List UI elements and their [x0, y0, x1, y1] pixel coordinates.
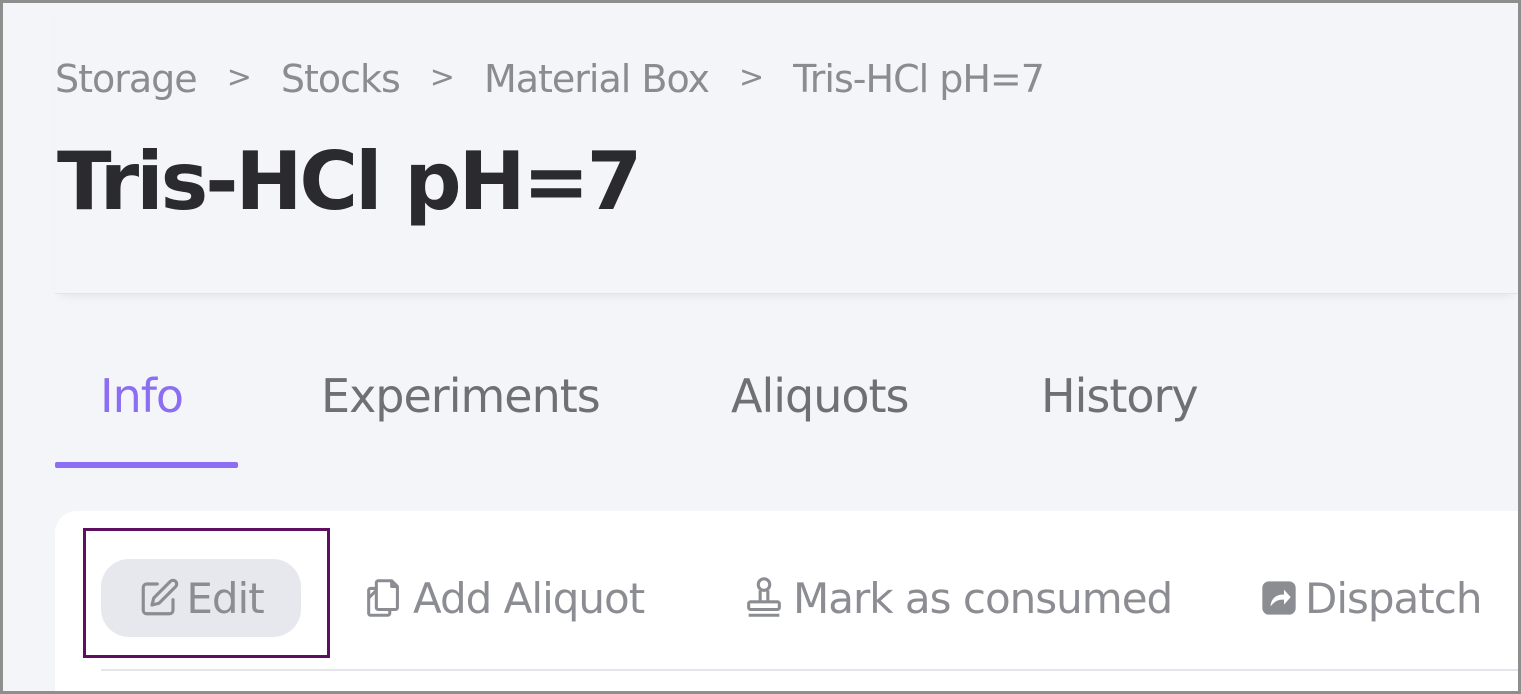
breadcrumb-separator: > — [739, 59, 764, 95]
add-aliquot-label: Add Aliquot — [413, 573, 645, 623]
breadcrumb-material-box[interactable]: Material Box — [484, 57, 710, 101]
active-tab-indicator — [55, 462, 238, 468]
breadcrumb: Storage > Stocks > Material Box > Tris-H… — [55, 57, 1045, 101]
dispatch-button[interactable]: Dispatch — [1259, 559, 1482, 637]
edit-label: Edit — [186, 573, 264, 623]
dispatch-label: Dispatch — [1305, 573, 1482, 623]
breadcrumb-separator: > — [429, 59, 455, 95]
edit-button[interactable]: Edit — [101, 559, 301, 637]
toolbar-divider — [101, 669, 1518, 671]
tab-aliquots[interactable]: Aliquots — [731, 369, 910, 423]
page-title: Tris-HCl pH=7 — [57, 135, 642, 228]
share-forward-icon — [1259, 578, 1299, 618]
stamp-icon — [741, 574, 787, 622]
breadcrumb-storage[interactable]: Storage — [55, 57, 198, 101]
mark-as-consumed-label: Mark as consumed — [793, 573, 1173, 623]
tab-experiments[interactable]: Experiments — [321, 369, 601, 423]
edit-icon — [138, 577, 180, 619]
action-toolbar: Edit Add Aliquot Mark as consumed Dispat… — [55, 511, 1518, 671]
copy-icon — [361, 575, 407, 621]
breadcrumb-stocks[interactable]: Stocks — [281, 57, 401, 101]
tab-info[interactable]: Info — [100, 369, 184, 423]
tab-history[interactable]: History — [1041, 369, 1199, 423]
breadcrumb-separator: > — [226, 59, 252, 95]
add-aliquot-button[interactable]: Add Aliquot — [361, 559, 645, 637]
info-card: Edit Add Aliquot Mark as consumed Dispat… — [55, 511, 1518, 691]
mark-as-consumed-button[interactable]: Mark as consumed — [741, 559, 1173, 637]
breadcrumb-current: Tris-HCl pH=7 — [793, 57, 1045, 101]
app-frame: Storage > Stocks > Material Box > Tris-H… — [0, 0, 1521, 694]
page-header: Storage > Stocks > Material Box > Tris-H… — [55, 3, 1518, 294]
